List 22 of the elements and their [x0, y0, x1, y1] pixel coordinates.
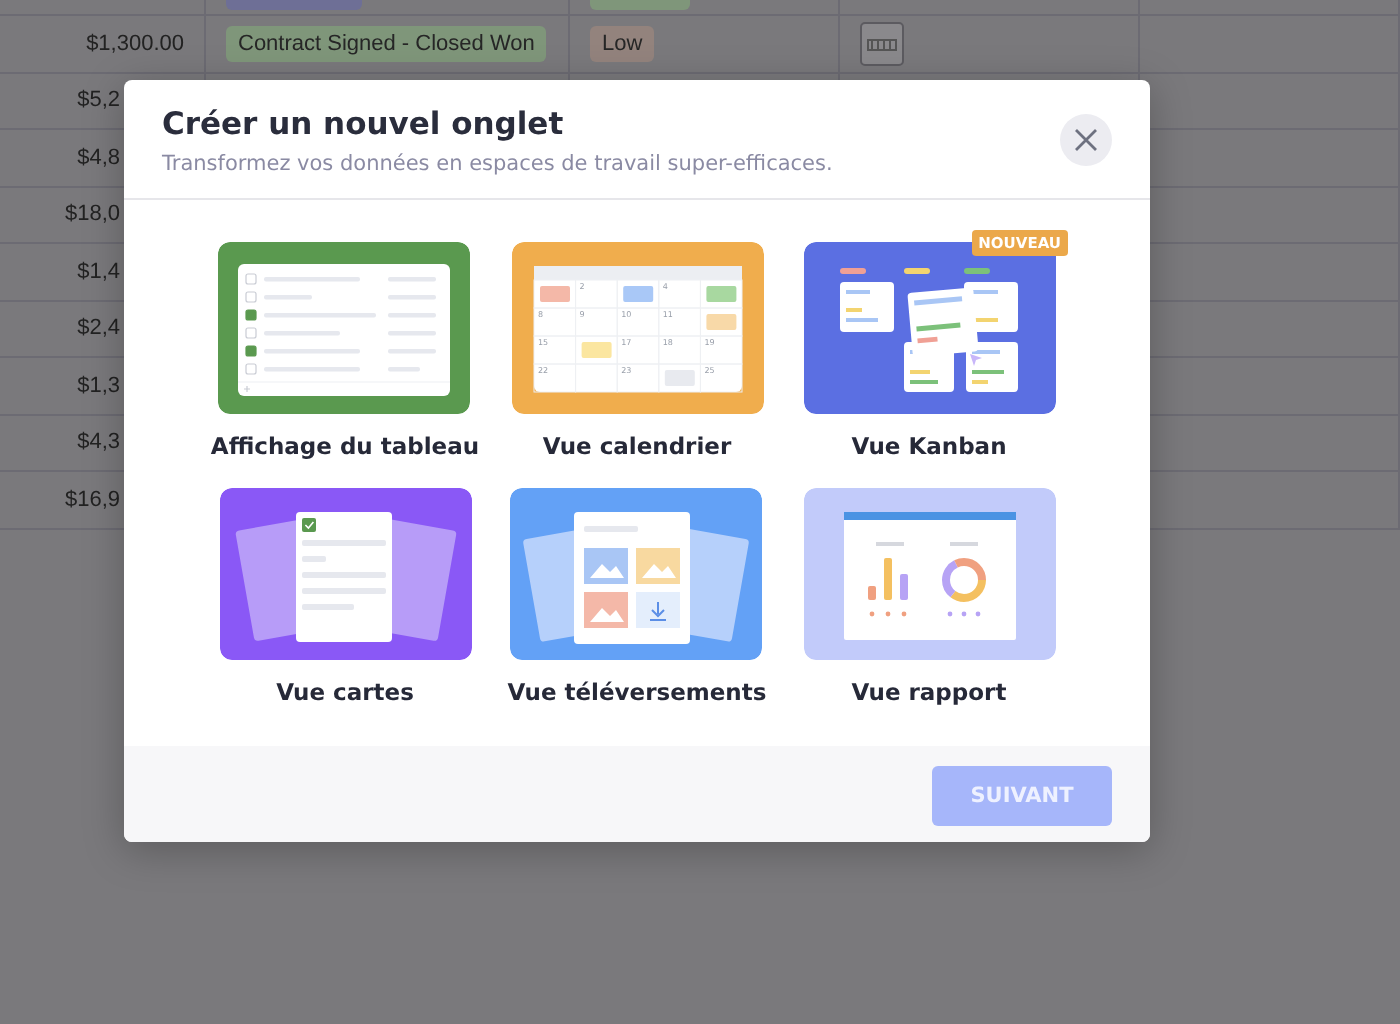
- amount: $4,3: [77, 430, 120, 455]
- amount: $1,300.00: [86, 31, 184, 56]
- attachment-thumbnail-icon[interactable]: [860, 21, 904, 66]
- view-option[interactable]: Vue cartes: [219, 488, 471, 706]
- priority-tag: Low: [590, 25, 655, 62]
- dialog-title: Créer un nouvel onglet: [162, 106, 566, 142]
- tag: [590, 0, 690, 10]
- close-button[interactable]: [1060, 114, 1112, 166]
- amount: $2,4: [77, 316, 120, 341]
- amount: $5,2: [77, 88, 120, 113]
- close-icon: [1074, 128, 1098, 152]
- dialog-subtitle: Transformez vos données en espaces de travail super-efficaces.: [162, 152, 833, 176]
- view-option[interactable]: Affichage du tableau: [210, 242, 480, 460]
- amount: $1,4: [77, 259, 120, 284]
- tag: [226, 0, 362, 10]
- amount: $4,8: [77, 145, 120, 170]
- amount: $1,3: [77, 373, 120, 398]
- stage-tag: Contract Signed - Closed Won: [226, 25, 547, 62]
- view-option[interactable]: Vue rapport: [803, 488, 1055, 706]
- amount: $16,9: [64, 487, 120, 512]
- amount: $18,0: [64, 202, 120, 227]
- view-option[interactable]: Vue téléversements: [507, 488, 767, 706]
